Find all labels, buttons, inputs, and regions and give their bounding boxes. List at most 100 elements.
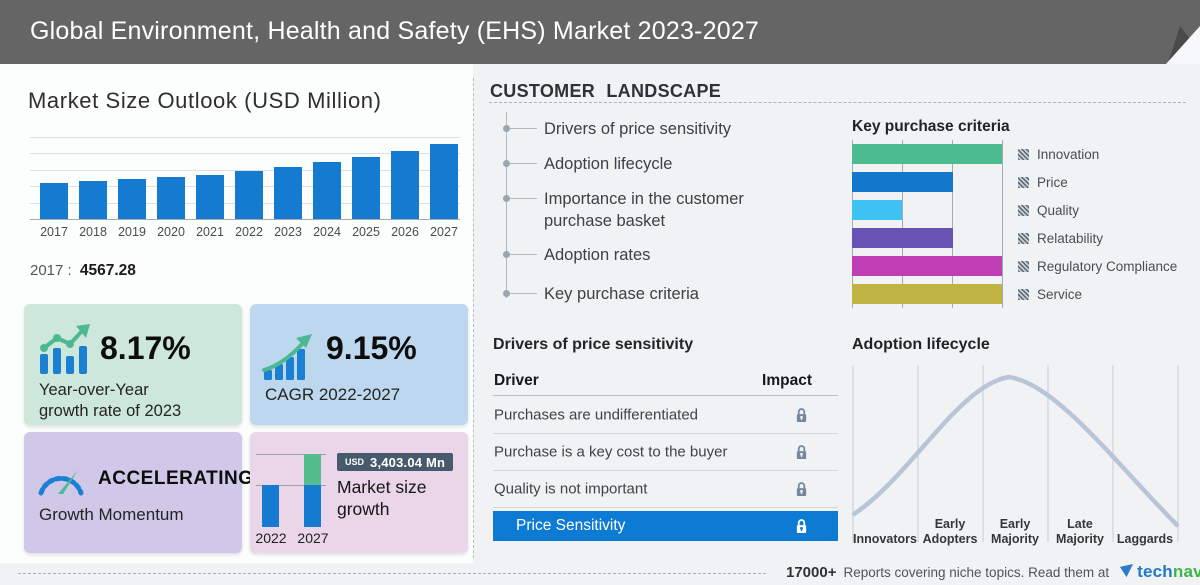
- market-bar: [313, 162, 341, 219]
- table-row: Price Sensitivity: [493, 511, 838, 541]
- lifecycle-stage-label: Innovators: [853, 532, 917, 546]
- criteria-bar: [852, 172, 953, 192]
- market-bar: [274, 167, 302, 219]
- legend-item: Price: [1018, 168, 1198, 196]
- hatch-legend-icon: [1018, 288, 1029, 300]
- column-driver: Driver: [494, 372, 539, 389]
- momentum-value: ACCELERATING: [98, 468, 254, 489]
- brand-tech: tech: [1137, 562, 1173, 581]
- bullet-dot-icon: [502, 160, 510, 167]
- legend-item: Quality: [1018, 196, 1198, 224]
- customer-landscape-title: CUSTOMER LANDSCAPE: [490, 81, 722, 101]
- growth-momentum-card: ACCELERATING Growth Momentum: [24, 432, 253, 553]
- page-fold-icon: [1166, 26, 1200, 64]
- bullet-dot-icon: [502, 251, 510, 258]
- legend-label: Quality: [1037, 202, 1080, 218]
- adoption-lifecycle-chart: Innovators Early Adopters Early Majority La…: [851, 362, 1191, 547]
- landscape-item-label: Adoption rates: [544, 246, 651, 264]
- growth-year-start: 2022: [255, 530, 287, 546]
- price-sensitivity-header-row: Driver Impact: [493, 368, 838, 396]
- gridline: [852, 140, 853, 308]
- x-tick-label: 2022: [235, 225, 263, 239]
- landscape-item: Key purchase criteria: [502, 283, 796, 305]
- yoy-value: 8.17%: [100, 330, 191, 366]
- cagr-label: CAGR 2022-2027: [265, 385, 401, 404]
- yoy-label: Year-over-Year growth rate of 2023: [39, 380, 181, 422]
- market-bar: [118, 179, 146, 219]
- speedometer-icon: [38, 470, 84, 496]
- table-row: Purchases are undifferentiated: [493, 396, 838, 434]
- driver-cell: Purchase is a key cost to the buyer: [494, 443, 728, 460]
- legend-label: Service: [1037, 286, 1083, 302]
- infographic-page: Global Environment, Health and Safety (E…: [0, 0, 1200, 585]
- bullet-dot-icon: [502, 125, 510, 132]
- bar-chart-trend-icon: [40, 324, 90, 374]
- growth-label-line2: growth: [337, 499, 390, 519]
- landscape-item: Adoption rates: [502, 244, 796, 266]
- connector-line: [510, 198, 537, 199]
- footer-note: Reports covering niche topics. Read them…: [843, 564, 1110, 580]
- cagr-value: 9.15%: [326, 330, 417, 366]
- impact-cell: [795, 443, 808, 460]
- driver-cell: Purchases are undifferentiated: [494, 406, 699, 423]
- growth-label-line1: Market size: [337, 477, 427, 497]
- legend-item: Regulatory Compliance: [1018, 252, 1198, 280]
- growth-year-end: 2027: [297, 530, 329, 546]
- lifecycle-stage-label: Early Majority: [991, 517, 1039, 546]
- base-year-separator: :: [67, 262, 72, 279]
- legend-item: Relatability: [1018, 224, 1198, 252]
- legend-label: Regulatory Compliance: [1037, 258, 1178, 274]
- gridline: [30, 219, 460, 220]
- criteria-bar: [852, 256, 1002, 276]
- legend-label: Innovation: [1037, 146, 1100, 162]
- market-bar: [352, 157, 380, 219]
- x-tick-label: 2025: [352, 225, 380, 239]
- lock-icon: [796, 407, 807, 422]
- column-impact: Impact: [762, 372, 812, 389]
- market-bar: [196, 175, 224, 219]
- driver-cell: Price Sensitivity: [516, 517, 626, 534]
- yoy-growth-card: 8.17% Year-over-Year growth rate of 2023: [24, 304, 242, 425]
- brand-navio: navio: [1172, 562, 1200, 581]
- lifecycle-stage-label: Laggards: [1116, 532, 1174, 546]
- lock-icon: [796, 481, 807, 496]
- technavio-arrow-icon: [1120, 564, 1134, 578]
- key-purchase-criteria-title: Key purchase criteria: [852, 118, 1010, 135]
- market-bar: [235, 171, 263, 219]
- hatch-legend-icon: [1018, 148, 1029, 160]
- badge-value: 3,403.04 Mn: [370, 454, 446, 470]
- gridline: [1002, 140, 1003, 308]
- gridline: [952, 140, 953, 308]
- landscape-item-label: Key purchase criteria: [544, 285, 699, 303]
- landscape-item-label: Adoption lifecycle: [544, 155, 673, 173]
- lock-icon: [796, 444, 807, 459]
- yoy-label-line1: Year-over-Year: [39, 381, 149, 399]
- table-row: Purchase is a key cost to the buyer: [493, 433, 838, 471]
- lifecycle-stage-label: Early Adopters: [922, 517, 978, 546]
- price-sensitivity-table: Purchases are undifferentiated Purchase i…: [493, 396, 838, 544]
- base-year-note: 2017 : 4567.28: [30, 262, 136, 280]
- hatch-legend-icon: [1018, 204, 1029, 216]
- bullet-dot-icon: [502, 195, 510, 202]
- legend-label: Price: [1037, 174, 1068, 190]
- driver-cell: Quality is not important: [494, 480, 648, 497]
- connector-line: [510, 293, 537, 294]
- criteria-bar: [852, 200, 902, 220]
- connector-line: [510, 128, 537, 129]
- growth-bars-arrow-icon: [262, 334, 312, 380]
- header-bar: Global Environment, Health and Safety (E…: [0, 0, 1200, 64]
- market-bar: [157, 177, 185, 219]
- growth-bar-2022: [262, 485, 279, 527]
- x-tick-label: 2027: [430, 225, 458, 239]
- technavio-logo[interactable]: tech navio ™: [1119, 562, 1200, 582]
- hatch-legend-icon: [1018, 232, 1029, 244]
- landscape-item: Adoption lifecycle: [502, 153, 796, 175]
- landscape-item-label: Importance in the customer purchase bask…: [544, 190, 744, 230]
- connector-line: [510, 254, 537, 255]
- bullet-dot-icon: [502, 290, 510, 297]
- price-sensitivity-title: Drivers of price sensitivity: [493, 336, 694, 353]
- legend-label: Relatability: [1037, 230, 1104, 246]
- x-tick-label: 2019: [118, 225, 146, 239]
- growth-bar-2027-base: [304, 485, 321, 527]
- x-tick-label: 2017: [40, 225, 68, 239]
